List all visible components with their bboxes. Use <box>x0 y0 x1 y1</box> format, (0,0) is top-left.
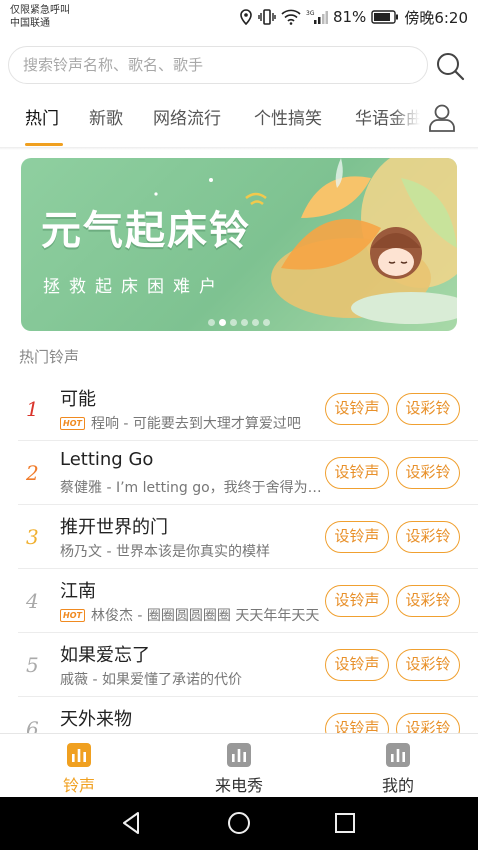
bottom-nav: 铃声 来电秀 我的 <box>0 733 478 797</box>
set-color-ring-button[interactable]: 设彩铃 <box>396 585 460 617</box>
ringtone-row[interactable]: 3 推开世界的门杨乃文 - 世界本该是你真实的模样 设铃声 设彩铃 <box>18 505 478 569</box>
set-ringtone-button[interactable]: 设铃声 <box>325 649 389 681</box>
banner-subtitle: 拯救起床困难户 <box>43 277 225 297</box>
mine-icon <box>386 743 410 767</box>
set-ringtone-button[interactable]: 设铃声 <box>325 457 389 489</box>
artist-lyric: 程响 - 可能要去到大理才算爱过吧 <box>90 416 301 432</box>
rank-number: 6 <box>26 717 39 733</box>
nav-mine-label: 我的 <box>381 776 414 795</box>
set-ringtone-button[interactable]: 设铃声 <box>325 393 389 425</box>
nav-ringtone-label: 铃声 <box>62 776 95 795</box>
banner-dot <box>241 319 248 326</box>
banner-title: 元气起床铃 <box>41 207 251 254</box>
song-title: 可能 <box>60 389 96 410</box>
song-meta: 杨乃文 - 世界本该是你真实的模样 <box>60 541 322 561</box>
network-type: 3G <box>306 10 315 17</box>
song-title: 天外来物 <box>60 709 132 730</box>
category-tabs: 热门 新歌 网络流行 个性搞笑 华语金曲 <box>0 96 420 146</box>
rank-number: 4 <box>26 589 39 613</box>
tab-new-songs[interactable]: 新歌 <box>89 104 123 129</box>
hot-badge: HOT <box>60 416 85 430</box>
search-box[interactable] <box>8 46 428 84</box>
user-icon <box>429 104 455 132</box>
search-icon <box>437 53 465 81</box>
ringtone-row[interactable]: 5 如果爱忘了戚薇 - 如果爱懂了承诺的代价 设铃声 设彩铃 <box>18 633 478 697</box>
set-color-ring-button[interactable]: 设彩铃 <box>396 649 460 681</box>
set-color-ring-button[interactable]: 设彩铃 <box>396 713 460 733</box>
song-meta: 蔡健雅 - I’m letting go，我终于舍得为你放开手 <box>60 477 322 497</box>
artist-lyric: 杨乃文 - 世界本该是你真实的模样 <box>60 544 270 560</box>
battery-icon <box>371 10 399 24</box>
banner-dot <box>252 319 259 326</box>
artist-lyric: 林俊杰 - 圈圈圆圆圈圈 天天年年天天 <box>90 608 320 624</box>
song-title: 如果爱忘了 <box>60 645 150 666</box>
banner-dot <box>219 319 226 326</box>
hot-badge: HOT <box>60 608 85 622</box>
search-input[interactable] <box>23 47 413 83</box>
back-icon[interactable] <box>118 809 146 837</box>
rank-number: 2 <box>26 461 39 485</box>
banner-dot <box>230 319 237 326</box>
banner-pagination <box>208 319 270 326</box>
status-bar: 仅限紧急呼叫 中国联通 3G 81% 傍晚6:20 <box>0 0 478 34</box>
song-title: 推开世界的门 <box>60 517 168 538</box>
nav-ringtone[interactable]: 铃声 <box>29 742 129 798</box>
nav-call-show-label: 来电秀 <box>214 776 263 795</box>
nav-call-show[interactable]: 来电秀 <box>189 742 289 798</box>
ringtone-chart-icon <box>67 743 91 767</box>
ringtone-row[interactable]: 6 天外来物 设铃声 设彩铃 <box>18 697 478 733</box>
song-meta: HOT 林俊杰 - 圈圈圆圆圈圈 天天年年天天 <box>60 605 322 625</box>
status-icons: 3G 81% 傍晚6:20 <box>239 7 468 27</box>
artist-lyric: 戚薇 - 如果爱懂了承诺的代价 <box>60 672 242 688</box>
set-ringtone-button[interactable]: 设铃声 <box>325 521 389 553</box>
song-meta: HOT 程响 - 可能要去到大理才算爱过吧 <box>60 413 322 433</box>
song-title: Letting Go <box>60 449 154 470</box>
nav-mine[interactable]: 我的 <box>348 742 448 798</box>
banner-dot <box>263 319 270 326</box>
vibrate-icon <box>258 9 276 25</box>
location-icon <box>240 9 252 25</box>
battery-percent: 81% <box>332 8 367 26</box>
tabs-fade <box>392 96 420 142</box>
profile-button[interactable] <box>428 103 456 133</box>
carrier-line-name: 中国联通 <box>10 18 50 29</box>
ringtone-row[interactable]: 1 可能 HOT 程响 - 可能要去到大理才算爱过吧 设铃声 设彩铃 <box>18 377 478 441</box>
section-title-hot-ringtones: 热门铃声 <box>19 348 80 366</box>
home-icon[interactable] <box>225 809 253 837</box>
artist-lyric: 蔡健雅 - I’m letting go，我终于舍得为你放开手 <box>60 480 322 496</box>
set-color-ring-button[interactable]: 设彩铃 <box>396 393 460 425</box>
active-tab-indicator <box>25 143 63 146</box>
signal-3g-icon: 3G <box>306 10 328 24</box>
banner-dot <box>208 319 215 326</box>
tab-funny[interactable]: 个性搞笑 <box>254 104 322 129</box>
tab-internet-popular[interactable]: 网络流行 <box>153 104 221 129</box>
rank-number: 5 <box>26 653 39 677</box>
rank-number: 1 <box>26 397 39 421</box>
clock: 傍晚6:20 <box>404 8 468 27</box>
rank-number: 3 <box>26 525 39 549</box>
wifi-icon <box>281 9 301 25</box>
carrier-line-emergency: 仅限紧急呼叫 <box>10 5 70 16</box>
song-title: 江南 <box>60 581 96 602</box>
promo-banner[interactable]: 元气起床铃 拯救起床困难户 <box>21 158 457 331</box>
tab-hot[interactable]: 热门 <box>25 104 59 129</box>
header-divider <box>0 147 478 150</box>
song-meta: 戚薇 - 如果爱懂了承诺的代价 <box>60 669 322 689</box>
set-color-ring-button[interactable]: 设彩铃 <box>396 521 460 553</box>
system-nav-bar <box>0 797 478 850</box>
recent-apps-icon[interactable] <box>331 809 359 837</box>
ringtone-row[interactable]: 2 Letting Go 蔡健雅 - I’m letting go，我终于舍得为你放… <box>18 441 478 505</box>
ringtone-row[interactable]: 4 江南 HOT 林俊杰 - 圈圈圆圆圈圈 天天年年天天 设铃声 设彩铃 <box>18 569 478 633</box>
ringtone-list: 1 可能 HOT 程响 - 可能要去到大理才算爱过吧 设铃声 设彩铃 2 Letting Go… <box>0 377 478 733</box>
set-color-ring-button[interactable]: 设彩铃 <box>396 457 460 489</box>
set-ringtone-button[interactable]: 设铃声 <box>325 585 389 617</box>
set-ringtone-button[interactable]: 设铃声 <box>325 713 389 733</box>
call-show-icon <box>227 743 251 767</box>
search-button[interactable] <box>434 50 466 82</box>
carrier-info: 仅限紧急呼叫 中国联通 <box>10 4 70 30</box>
